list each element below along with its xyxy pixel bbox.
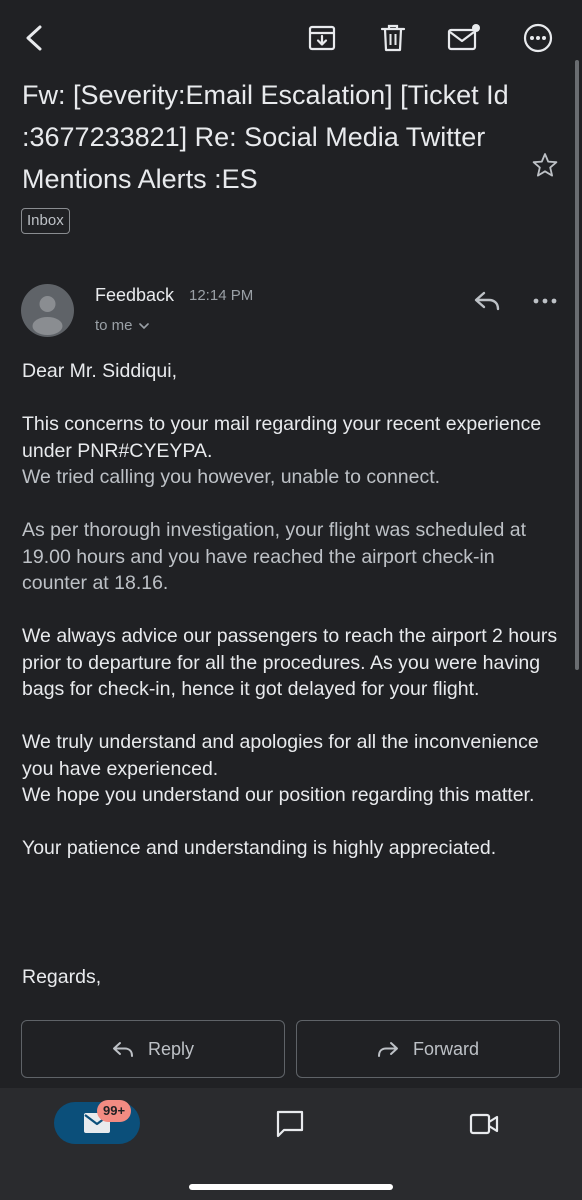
nav-chat-tab[interactable] [272,1106,308,1142]
more-options-button[interactable] [518,18,558,58]
reply-label: Reply [147,1038,195,1059]
forward-button[interactable]: Forward [296,1020,560,1078]
forward-label: Forward [412,1038,479,1059]
email-subject: Fw: [Severity:Email Escalation] [Ticket … [22,80,509,194]
avatar[interactable] [21,284,74,337]
body-paragraph-5: Your patience and understanding is highl… [22,837,497,859]
delete-button[interactable] [373,18,413,58]
mark-unread-button[interactable] [444,18,484,58]
greeting: Dear Mr. Siddiqui, [22,360,177,382]
mark-unread-icon [447,24,480,51]
email-view-screen: Fw: [Severity:Email Escalation] [Ticket … [0,0,582,1200]
chat-icon [276,1110,304,1138]
reply-button-top[interactable] [470,284,504,318]
video-camera-icon [469,1113,499,1135]
inbox-label-chip[interactable]: Inbox [21,208,70,234]
star-button[interactable] [528,148,562,182]
archive-icon [308,25,336,51]
top-toolbar [0,0,582,78]
home-indicator[interactable] [189,1184,393,1190]
forward-icon [377,1042,398,1057]
body-paragraph-1: This concerns to your mail regarding you… [22,411,562,491]
chevron-down-icon [138,322,149,329]
body-paragraph-4: We truly understand and apologies for al… [22,729,562,809]
body-paragraph-2: As per thorough investigation, your flig… [22,519,527,594]
reply-icon [112,1042,133,1057]
default-avatar-icon [32,296,63,335]
body-paragraph-1-line-2: We tried calling you however, unable to … [22,466,441,488]
unread-count-badge: 99+ [97,1100,132,1122]
back-arrow-icon [26,25,42,51]
body-paragraph-4-line-2: We hope you understand our position rega… [22,784,535,806]
sender-name[interactable]: Feedback [95,285,174,306]
body-paragraph-3: We always advice our passengers to reach… [22,625,558,700]
reply-icon [474,291,500,311]
archive-button[interactable] [302,18,342,58]
nav-meet-tab[interactable] [466,1106,502,1142]
back-button[interactable] [14,18,54,58]
recipient-details-toggle[interactable]: to me [95,317,149,334]
sent-time: 12:14 PM [189,287,254,304]
message-more-button[interactable] [528,284,562,318]
scrollbar[interactable] [575,60,579,670]
bottom-navigation: 99+ [0,1088,582,1200]
closing: Regards, [22,966,102,988]
email-body: Dear Mr. Siddiqui, This concerns to your… [22,358,562,888]
star-icon [532,153,558,177]
more-options-icon [523,23,553,53]
recipient-label: to me [95,317,133,334]
more-horizontal-icon [533,298,557,304]
body-paragraph-1-line-1: This concerns to your mail regarding you… [22,413,542,462]
trash-icon [380,24,406,52]
body-paragraph-4-line-1: We truly understand and apologies for al… [22,731,539,780]
reply-button[interactable]: Reply [21,1020,285,1078]
